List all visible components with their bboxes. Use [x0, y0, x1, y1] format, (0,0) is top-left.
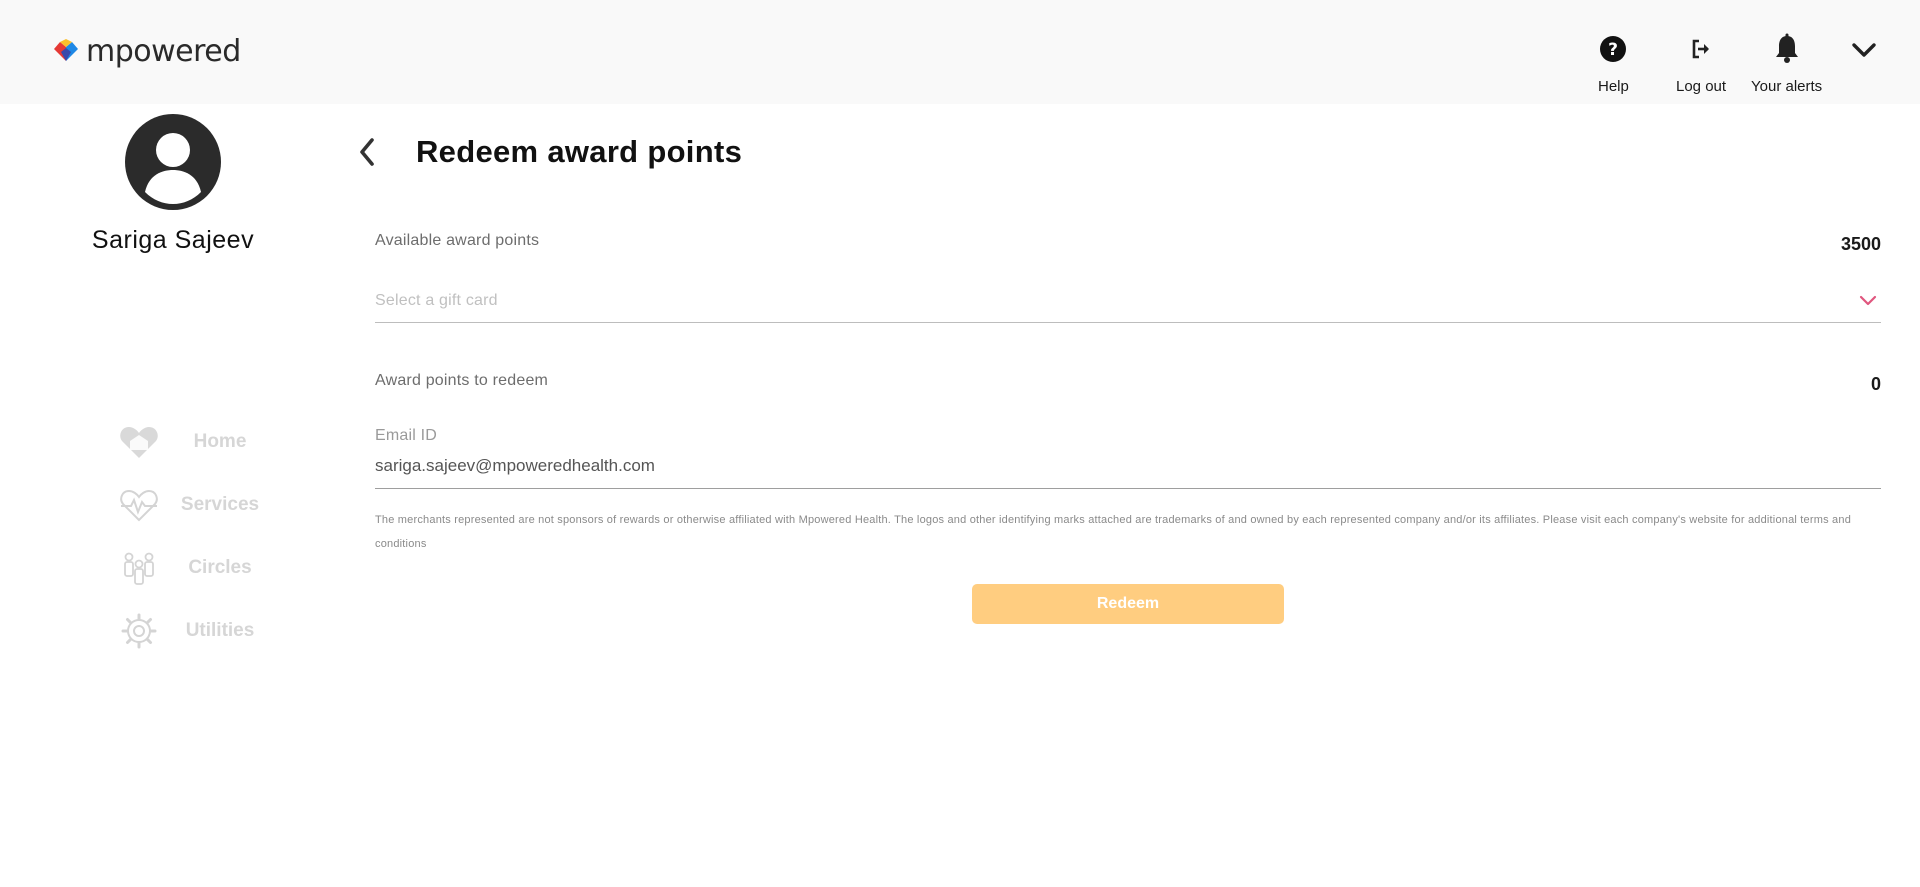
top-bar: mpowered ? Help Log out Your alerts: [0, 0, 1920, 104]
page-title: Redeem award points: [416, 134, 743, 169]
gift-card-placeholder: Select a gift card: [375, 292, 498, 309]
chevron-down-icon: [1852, 43, 1876, 57]
heart-home-icon: [120, 426, 158, 458]
sidebar-item-home[interactable]: Home: [118, 410, 280, 473]
alerts-button[interactable]: Your alerts: [1751, 30, 1822, 95]
profile-panel: Sariga Sajeev: [0, 112, 346, 255]
gear-icon: [121, 613, 157, 648]
sidebar-item-circles[interactable]: Circles: [118, 536, 280, 599]
sidebar-item-label: Services: [180, 493, 260, 515]
gift-card-select[interactable]: Select a gift card: [375, 282, 1881, 323]
gift-card-caret: [1859, 294, 1877, 313]
sidebar-item-label: Utilities: [185, 619, 255, 641]
alerts-label: Your alerts: [1751, 78, 1823, 95]
logout-icon: [1692, 39, 1710, 59]
logout-label: Log out: [1676, 78, 1727, 95]
email-field[interactable]: Email ID: [375, 424, 1881, 489]
back-button[interactable]: [356, 132, 384, 172]
available-points-row: Available award points 3500: [375, 232, 1881, 254]
merchant-disclaimer: The merchants represented are not sponso…: [375, 514, 1852, 550]
brand-logo[interactable]: mpowered: [52, 33, 241, 69]
redeem-points-value: 0: [1870, 374, 1881, 394]
chevron-left-icon: [360, 138, 374, 166]
chevron-down-icon: [1859, 295, 1877, 306]
sidebar-item-utilities[interactable]: Utilities: [118, 599, 280, 662]
email-label: Email ID: [375, 427, 438, 444]
heartbeat-icon: [120, 489, 158, 521]
people-icon: [124, 552, 154, 585]
redeem-points-label: Award points to redeem: [375, 372, 549, 389]
sidebar-nav: Home Services Circles Utilities: [118, 410, 280, 662]
sidebar-item-label: Home: [193, 430, 247, 452]
account-menu-toggle[interactable]: [1850, 36, 1878, 69]
sidebar-item-services[interactable]: Services: [118, 473, 280, 536]
mpowered-logo-icon: [54, 39, 78, 61]
logout-button[interactable]: Log out: [1676, 30, 1726, 95]
sidebar-item-label: Circles: [188, 556, 252, 578]
help-button[interactable]: ? Help: [1598, 30, 1629, 95]
email-input[interactable]: [375, 456, 1881, 476]
available-points-label: Available award points: [375, 232, 540, 249]
avatar: [125, 114, 221, 210]
redeem-button[interactable]: Redeem: [972, 584, 1284, 624]
page-header: Redeem award points: [356, 132, 742, 172]
redeem-points-row: Award points to redeem 0: [375, 372, 1881, 394]
help-icon: ?: [1600, 36, 1627, 62]
profile-name: Sariga Sajeev: [91, 226, 255, 254]
brand-name: mpowered: [86, 33, 241, 69]
svg-text:?: ?: [1608, 40, 1618, 60]
bell-icon: [1775, 33, 1798, 63]
available-points-value: 3500: [1840, 234, 1881, 254]
help-label: Help: [1598, 78, 1629, 95]
